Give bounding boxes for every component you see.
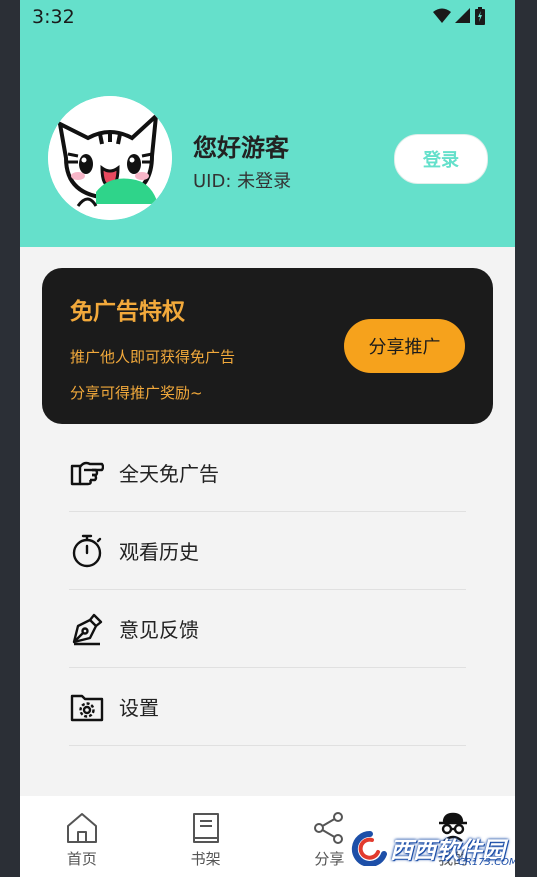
avatar[interactable] <box>48 96 172 220</box>
menu-item-label: 意见反馈 <box>119 618 199 642</box>
cat-avatar-icon <box>48 96 172 220</box>
share-icon <box>311 810 347 846</box>
settings-folder-icon <box>69 689 105 725</box>
nav-label: 分享 <box>314 850 345 868</box>
watermark-logo-icon <box>351 830 387 866</box>
status-time: 3:32 <box>32 6 75 28</box>
pointing-hand-icon <box>69 455 105 491</box>
nav-item-home[interactable]: 首页 <box>20 796 144 877</box>
battery-icon <box>475 7 485 25</box>
app-screen: 3:32 您好游客 UID: 未登录 登录 免广告特权 推广他人即可获得免广告 … <box>20 0 515 877</box>
nav-item-bookshelf[interactable]: 书架 <box>144 796 268 877</box>
menu-item-label: 观看历史 <box>119 540 199 564</box>
menu-item-settings[interactable]: 设置 <box>69 668 466 746</box>
stopwatch-icon <box>69 533 105 569</box>
menu-list: 全天免广告 观看历史 意见反馈 设置 <box>69 434 466 746</box>
pen-nib-icon <box>69 611 105 647</box>
profile-header: 3:32 您好游客 UID: 未登录 登录 <box>20 0 515 247</box>
status-bar: 3:32 <box>20 0 515 34</box>
book-icon <box>188 810 224 846</box>
login-button[interactable]: 登录 <box>394 134 488 184</box>
menu-item-label: 全天免广告 <box>119 462 219 486</box>
menu-item-ad-free[interactable]: 全天免广告 <box>69 434 466 512</box>
promo-title: 免广告特权 <box>70 299 185 325</box>
user-greeting: 您好游客 <box>193 134 289 162</box>
menu-item-label: 设置 <box>119 696 159 720</box>
menu-item-history[interactable]: 观看历史 <box>69 512 466 590</box>
watermark-url: CR173.COM <box>458 857 515 868</box>
nav-label: 首页 <box>66 850 97 868</box>
status-icons <box>433 7 485 25</box>
share-promote-button[interactable]: 分享推广 <box>344 319 465 373</box>
home-icon <box>64 810 100 846</box>
user-uid: UID: 未登录 <box>193 171 292 192</box>
promo-description-1: 推广他人即可获得免广告 <box>70 348 236 366</box>
promo-description-2: 分享可得推广奖励~ <box>70 384 203 402</box>
menu-item-feedback[interactable]: 意见反馈 <box>69 590 466 668</box>
nav-label: 书架 <box>190 850 221 868</box>
wifi-icon <box>433 8 451 23</box>
ad-free-promo-card: 免广告特权 推广他人即可获得免广告 分享可得推广奖励~ 分享推广 <box>42 268 493 424</box>
signal-icon <box>455 8 470 23</box>
watermark: 西西软件园 CR173.COM <box>350 825 515 871</box>
